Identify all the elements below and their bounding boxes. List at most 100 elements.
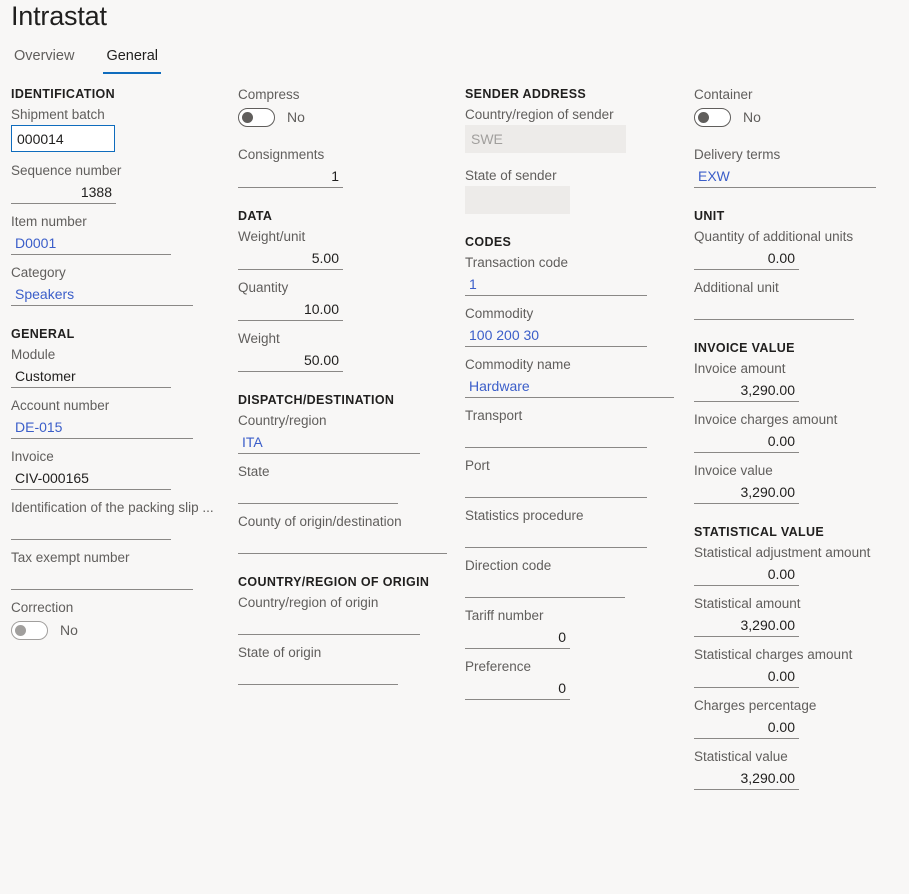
field-compress: Compress No: [238, 86, 456, 129]
value-tariff-number[interactable]: 0: [465, 626, 570, 649]
toggle-state-label: No: [60, 621, 78, 639]
toggle-compress[interactable]: [238, 108, 275, 127]
field-statistical-charges-amount: Statistical charges amount0.00: [694, 646, 899, 688]
field-label: Transaction code: [465, 254, 687, 272]
tab-general[interactable]: General: [103, 47, 161, 74]
column-data: CompressNoConsignments1DATAWeight/unit5.…: [238, 86, 456, 694]
value-delivery-terms[interactable]: EXW: [694, 165, 876, 188]
value-county-of-origin-destination[interactable]: [238, 532, 447, 554]
value-module[interactable]: Customer: [11, 365, 171, 388]
value-additional-unit[interactable]: [694, 298, 854, 320]
value-sequence-number[interactable]: 1388: [11, 181, 116, 204]
value-charges-percentage[interactable]: 0.00: [694, 716, 799, 739]
field-item-number: Item numberD0001: [11, 213, 226, 255]
value-country-region[interactable]: ITA: [238, 431, 420, 454]
field-label: Weight/unit: [238, 228, 456, 246]
value-commodity-name[interactable]: Hardware: [465, 375, 674, 398]
field-state-of-origin: State of origin: [238, 644, 456, 685]
input-shipment-batch[interactable]: [11, 125, 115, 152]
value-state[interactable]: [238, 482, 398, 504]
field-category: CategorySpeakers: [11, 264, 226, 306]
field-label: Statistics procedure: [465, 507, 687, 525]
field-label: Quantity: [238, 279, 456, 297]
field-label: Direction code: [465, 557, 687, 575]
field-statistical-adjustment-amount: Statistical adjustment amount0.00: [694, 544, 899, 586]
toggle-state-label: No: [287, 108, 305, 126]
toggle-correction[interactable]: [11, 621, 48, 640]
field-label: Statistical value: [694, 748, 899, 766]
field-sequence-number: Sequence number1388: [11, 162, 226, 204]
field-label: Statistical amount: [694, 595, 899, 613]
field-invoice-amount: Invoice amount3,290.00: [694, 360, 899, 402]
field-label: State of sender: [465, 167, 687, 185]
field-direction-code: Direction code: [465, 557, 687, 598]
field-additional-unit: Additional unit: [694, 279, 899, 320]
toggle-knob: [242, 112, 253, 123]
field-label: Compress: [238, 86, 456, 104]
field-label: Invoice value: [694, 462, 899, 480]
value-account-number[interactable]: DE-015: [11, 416, 193, 439]
value-item-number[interactable]: D0001: [11, 232, 171, 255]
field-label: Country/region of origin: [238, 594, 456, 612]
section-heading-invoice-value: INVOICE VALUE: [694, 340, 899, 356]
field-charges-percentage: Charges percentage0.00: [694, 697, 899, 739]
value-quantity[interactable]: 10.00: [238, 298, 343, 321]
value-transport[interactable]: [465, 426, 647, 448]
section-heading-statistical-value: STATISTICAL VALUE: [694, 524, 899, 540]
value-commodity[interactable]: 100 200 30: [465, 324, 647, 347]
value-invoice-amount[interactable]: 3,290.00: [694, 379, 799, 402]
section-heading-identification: IDENTIFICATION: [11, 86, 226, 102]
field-label: Correction: [11, 599, 226, 617]
value-statistical-amount[interactable]: 3,290.00: [694, 614, 799, 637]
field-container: ContainerNo: [694, 86, 899, 129]
value-state-of-origin[interactable]: [238, 663, 398, 685]
section-heading-general: GENERAL: [11, 326, 226, 342]
tab-overview[interactable]: Overview: [11, 47, 77, 74]
value-tax-exempt-number[interactable]: [11, 568, 193, 590]
field-invoice: InvoiceCIV-000165: [11, 448, 226, 490]
field-tariff-number: Tariff number0: [465, 607, 687, 649]
field-invoice-charges-amount: Invoice charges amount0.00: [694, 411, 899, 453]
value-transaction-code[interactable]: 1: [465, 273, 647, 296]
value-invoice-charges-amount[interactable]: 0.00: [694, 430, 799, 453]
value-country-region-of-origin[interactable]: [238, 613, 420, 635]
toggle-row: No: [694, 105, 899, 129]
field-label: State: [238, 463, 456, 481]
value-preference[interactable]: 0: [465, 677, 570, 700]
field-label: Category: [11, 264, 226, 282]
value-invoice-value[interactable]: 3,290.00: [694, 481, 799, 504]
field-label: Preference: [465, 658, 687, 676]
field-label: Country/region: [238, 412, 456, 430]
column-values: ContainerNoDelivery termsEXWUNITQuantity…: [694, 86, 899, 799]
field-weight-unit: Weight/unit5.00: [238, 228, 456, 270]
value-port[interactable]: [465, 476, 647, 498]
toggle-container[interactable]: [694, 108, 731, 127]
field-state-of-sender: State of sender: [465, 167, 687, 214]
value-category[interactable]: Speakers: [11, 283, 193, 306]
value-statistical-value[interactable]: 3,290.00: [694, 767, 799, 790]
column-codes: SENDER ADDRESSCountry/region of senderSW…: [465, 86, 687, 709]
value-invoice[interactable]: CIV-000165: [11, 467, 171, 490]
field-label: Account number: [11, 397, 226, 415]
value-consignments[interactable]: 1: [238, 165, 343, 188]
value-statistical-adjustment-amount[interactable]: 0.00: [694, 563, 799, 586]
field-label: Statistical charges amount: [694, 646, 899, 664]
value-weight[interactable]: 50.00: [238, 349, 343, 372]
field-county-of-origin-destination: County of origin/destination: [238, 513, 456, 554]
section-heading-dispatch-destination: DISPATCH/DESTINATION: [238, 392, 456, 408]
field-country-region-of-origin: Country/region of origin: [238, 594, 456, 635]
value-quantity-of-additional-units[interactable]: 0.00: [694, 247, 799, 270]
field-label: Invoice: [11, 448, 226, 466]
field-statistical-amount: Statistical amount3,290.00: [694, 595, 899, 637]
field-commodity-name: Commodity nameHardware: [465, 356, 687, 398]
value-direction-code[interactable]: [465, 576, 625, 598]
value-statistics-procedure[interactable]: [465, 526, 647, 548]
section-heading-unit: UNIT: [694, 208, 899, 224]
field-quantity-of-additional-units: Quantity of additional units0.00: [694, 228, 899, 270]
value-weight-unit[interactable]: 5.00: [238, 247, 343, 270]
section-heading-country-region-of-origin: COUNTRY/REGION OF ORIGIN: [238, 574, 456, 590]
value-statistical-charges-amount[interactable]: 0.00: [694, 665, 799, 688]
value-identification-of-the-packing-slip[interactable]: [11, 518, 171, 540]
field-statistical-value: Statistical value3,290.00: [694, 748, 899, 790]
field-label: State of origin: [238, 644, 456, 662]
